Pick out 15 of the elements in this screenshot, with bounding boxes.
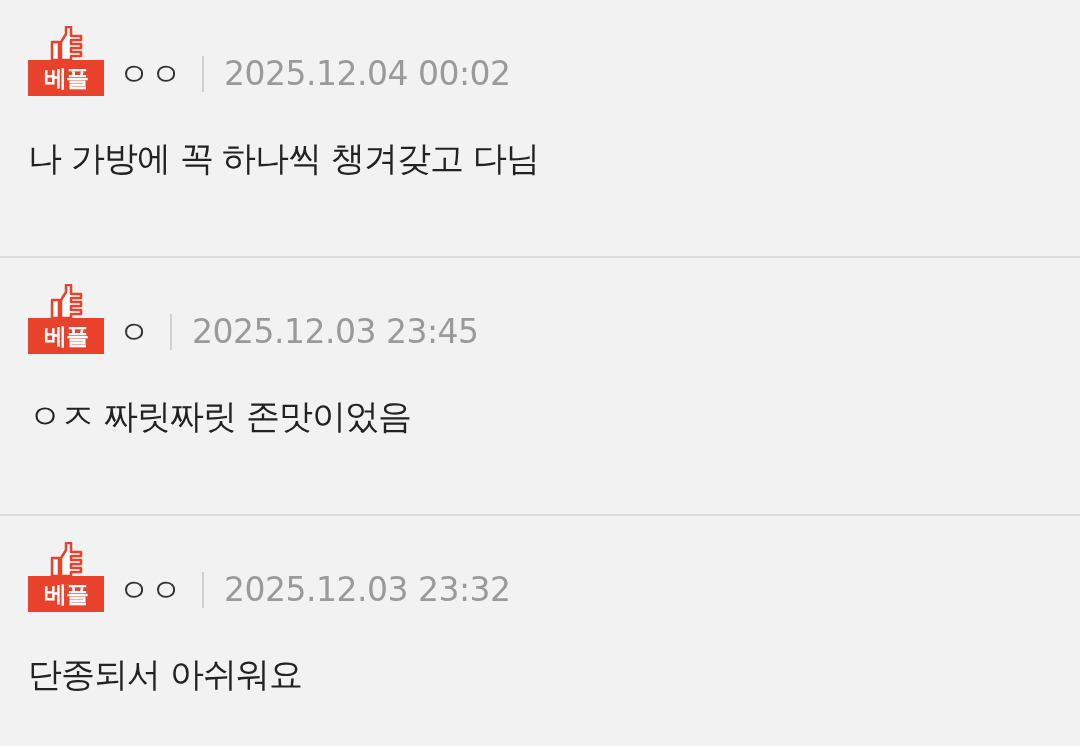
thumbs-up-icon: [49, 26, 83, 60]
best-badge: 베플: [28, 60, 104, 96]
best-badge: 베플: [28, 576, 104, 612]
comment-text: 단종되서 아쉬워요: [28, 653, 303, 696]
thumbs-up-icon: [49, 542, 83, 576]
author-name: ㅇ: [118, 312, 150, 352]
comment-date: 2025.12.03 23:32: [224, 570, 511, 610]
comment-text: ㅇㅈ 짜릿짜릿 존맛이었음: [28, 395, 412, 438]
thumbs-up-icon: [49, 284, 83, 318]
comment-date: 2025.12.04 00:02: [224, 54, 511, 94]
comment-date: 2025.12.03 23:45: [192, 312, 479, 352]
author-name: ㅇㅇ: [118, 570, 182, 610]
author-name: ㅇㅇ: [118, 54, 182, 94]
best-badge: 베플: [28, 318, 104, 354]
comment-text: 나 가방에 꼭 하나씩 챙겨갖고 다님: [28, 137, 541, 180]
